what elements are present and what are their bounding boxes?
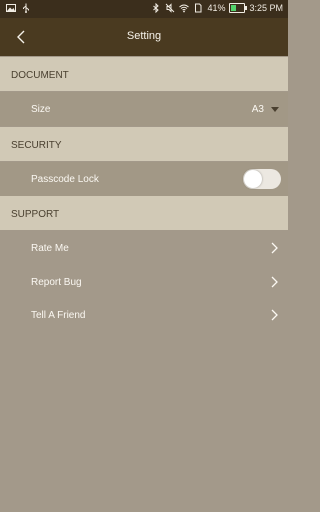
chevron-right-icon [271,309,278,321]
app-bar: Setting [0,18,288,56]
section-header-label: SUPPORT [11,209,60,220]
rate-me-label: Rate Me [31,243,69,254]
rate-me-row[interactable]: Rate Me [0,231,288,265]
report-bug-label: Report Bug [31,277,82,288]
image-icon [6,4,16,12]
section-header-security: SECURITY [0,127,288,161]
clock: 3:25 PM [249,3,283,13]
battery-icon [229,3,248,13]
report-bug-row[interactable]: Report Bug [0,265,288,299]
section-header-label: DOCUMENT [11,70,69,81]
size-label: Size [31,104,51,115]
wifi-icon [179,4,190,13]
dropdown-arrow-icon[interactable] [271,107,279,113]
passcode-lock-row: Passcode Lock [0,162,288,196]
page-title: Setting [126,30,162,42]
section-header-document: DOCUMENT [0,57,288,91]
tell-a-friend-row[interactable]: Tell A Friend [0,298,288,332]
size-dropdown-value[interactable]: A3 [252,104,264,115]
status-bar: 41% 3:25 PM [0,0,288,18]
mute-icon [166,3,175,13]
section-header-label: SECURITY [11,140,62,151]
toggle-knob [244,170,262,188]
tell-a-friend-label: Tell A Friend [31,310,86,321]
chevron-right-icon [271,276,278,288]
battery-level-fill [231,5,237,11]
battery-percent: 41% [207,3,226,13]
section-header-support: SUPPORT [0,196,288,230]
bluetooth-icon [153,3,160,13]
passcode-lock-toggle[interactable] [243,169,281,189]
chevron-right-icon [271,242,278,254]
passcode-lock-label: Passcode Lock [31,174,99,185]
usb-icon [23,3,29,13]
size-setting-row[interactable]: Size A3 [0,92,288,126]
sim-icon [195,3,202,13]
